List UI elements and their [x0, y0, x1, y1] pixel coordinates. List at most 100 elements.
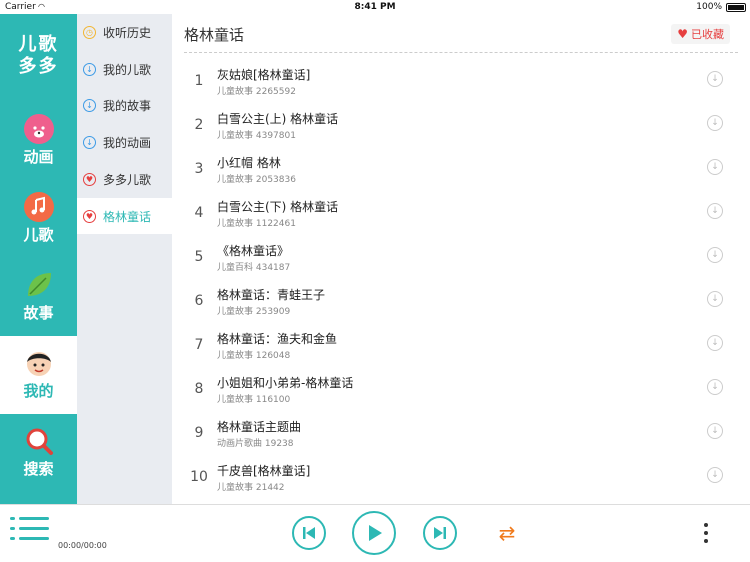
heart-icon: ♥: [677, 27, 688, 41]
list-item[interactable]: 9 格林童话主题曲 动画片歌曲 19238 ↓: [172, 411, 750, 455]
playlist-button[interactable]: [10, 517, 50, 551]
sub-item-label: 我的故事: [103, 98, 152, 113]
list-item[interactable]: 4 白雪公主(下) 格林童话 儿童故事 1122461 ↓: [172, 191, 750, 235]
main-nav: 儿歌 多多 动画 儿歌 故事 我的 搜索: [0, 14, 77, 504]
sub-item-my-stories[interactable]: ↓ 我的故事: [77, 87, 172, 123]
more-options-button[interactable]: [700, 523, 712, 547]
item-meta: 儿童故事 4397801: [217, 131, 296, 141]
nav-item-songs[interactable]: 儿歌: [0, 180, 77, 258]
item-title: 格林童话主题曲: [217, 420, 302, 434]
logo-line-1: 儿歌: [18, 34, 59, 55]
download-icon[interactable]: ↓: [707, 379, 723, 395]
bear-icon: [23, 114, 54, 144]
item-number: 6: [194, 293, 204, 309]
list-bullet: [10, 527, 15, 530]
download-icon[interactable]: ↓: [707, 467, 723, 483]
list-line: [19, 527, 49, 530]
download-icon[interactable]: ↓: [707, 247, 723, 263]
download-icon[interactable]: ↓: [707, 159, 723, 175]
list-line: [19, 537, 49, 540]
sub-nav: ◷ 收听历史 ↓ 我的儿歌 ↓ 我的故事 ↓ 我的动画 ♥ 多多儿歌 ♥ 格林童…: [77, 14, 172, 504]
list-item[interactable]: 2 白雪公主(上) 格林童话 儿童故事 4397801 ↓: [172, 103, 750, 147]
battery-icon: [726, 3, 746, 12]
main-content: 格林童话 ♥ 已收藏 1 灰姑娘[格林童话] 儿童故事 2265592 ↓ 2 …: [172, 14, 750, 504]
item-meta: 儿童故事 2053836: [217, 175, 296, 185]
list-item[interactable]: 3 小红帽 格林 儿童故事 2053836 ↓: [172, 147, 750, 191]
nav-label: 故事: [23, 304, 54, 322]
player-bar: 00:00/00:00 ⇄: [0, 504, 750, 562]
nav-label: 我的: [23, 382, 54, 400]
heart-icon: ♥: [83, 172, 96, 186]
sub-item-my-animations[interactable]: ↓ 我的动画: [77, 124, 172, 160]
download-icon: ↓: [83, 62, 96, 76]
download-icon[interactable]: ↓: [707, 203, 723, 219]
sub-item-my-songs[interactable]: ↓ 我的儿歌: [77, 51, 172, 87]
app-logo: 儿歌 多多: [0, 14, 77, 98]
list-bullet: [10, 517, 15, 520]
item-number: 10: [190, 469, 208, 485]
list-item[interactable]: 10 千皮兽[格林童话] 儿童故事 21442 ↓: [172, 455, 750, 499]
item-meta: 儿童故事 116100: [217, 395, 291, 405]
nav-item-mine[interactable]: 我的: [0, 336, 77, 414]
repeat-button[interactable]: ⇄: [495, 522, 519, 544]
nav-label: 动画: [23, 148, 54, 166]
list-bullet: [10, 537, 15, 540]
sub-item-grimm[interactable]: ♥ 格林童话: [77, 198, 172, 234]
download-icon[interactable]: ↓: [707, 335, 723, 351]
playback-time: 00:00/00:00: [58, 541, 107, 550]
item-meta: 儿童故事 1122461: [217, 219, 296, 229]
next-button[interactable]: [423, 516, 457, 550]
item-number: 3: [194, 161, 204, 177]
sub-item-label: 格林童话: [103, 209, 152, 224]
sub-item-label: 我的儿歌: [103, 62, 152, 77]
sub-item-history[interactable]: ◷ 收听历史: [77, 14, 172, 50]
list-item[interactable]: 1 灰姑娘[格林童话] 儿童故事 2265592 ↓: [172, 59, 750, 103]
sub-item-label: 多多儿歌: [103, 172, 152, 187]
heart-icon: ♥: [83, 209, 96, 223]
clock-time: 8:41 PM: [354, 2, 396, 12]
item-number: 9: [194, 425, 204, 441]
download-icon[interactable]: ↓: [707, 115, 723, 131]
list-item[interactable]: 6 格林童话：青蛙王子 儿童故事 253909 ↓: [172, 279, 750, 323]
status-bar: Carrier ◠ 8:41 PM 100%: [0, 0, 750, 14]
download-icon[interactable]: ↓: [707, 423, 723, 439]
nav-item-animation[interactable]: 动画: [0, 102, 77, 180]
favorite-label: 已收藏: [691, 28, 724, 41]
leaf-icon: [24, 270, 54, 300]
item-number: 7: [194, 337, 204, 353]
repeat-icon: ⇄: [498, 521, 516, 545]
item-number: 2: [194, 117, 204, 133]
item-title: 《格林童话》: [217, 244, 290, 258]
list-item[interactable]: 8 小姐姐和小弟弟-格林童话 儿童故事 116100 ↓: [172, 367, 750, 411]
dot: [704, 539, 708, 543]
item-meta: 儿童故事 253909: [217, 307, 291, 317]
previous-button[interactable]: [292, 516, 326, 550]
favorite-button[interactable]: ♥ 已收藏: [671, 24, 730, 44]
sub-item-duoduo-songs[interactable]: ♥ 多多儿歌: [77, 161, 172, 197]
boy-avatar-icon: [24, 348, 54, 378]
nav-item-stories[interactable]: 故事: [0, 258, 77, 336]
dot: [704, 531, 708, 535]
item-meta: 儿童故事 126048: [217, 351, 291, 361]
item-title: 灰姑娘[格林童话]: [217, 68, 311, 82]
list-item[interactable]: 5 《格林童话》 儿童百科 434187 ↓: [172, 235, 750, 279]
item-number: 8: [194, 381, 204, 397]
magnifier-icon: [24, 426, 54, 456]
item-title: 小红帽 格林: [217, 156, 281, 170]
item-title: 格林童话：渔夫和金鱼: [217, 332, 338, 346]
sub-item-label: 我的动画: [103, 135, 152, 150]
dot: [704, 523, 708, 527]
item-meta: 动画片歌曲 19238: [217, 439, 294, 449]
item-title: 白雪公主(下) 格林童话: [217, 200, 339, 214]
list-item[interactable]: 7 格林童话：渔夫和金鱼 儿童故事 126048 ↓: [172, 323, 750, 367]
play-button[interactable]: [352, 511, 396, 555]
list-line: [19, 517, 49, 520]
item-number: 1: [194, 73, 204, 89]
nav-item-search[interactable]: 搜索: [0, 414, 77, 492]
item-meta: 儿童百科 434187: [217, 263, 291, 273]
item-title: 白雪公主(上) 格林童话: [217, 112, 339, 126]
download-icon[interactable]: ↓: [707, 291, 723, 307]
nav-label: 儿歌: [23, 226, 54, 244]
clock-icon: ◷: [83, 25, 96, 39]
download-icon[interactable]: ↓: [707, 71, 723, 87]
